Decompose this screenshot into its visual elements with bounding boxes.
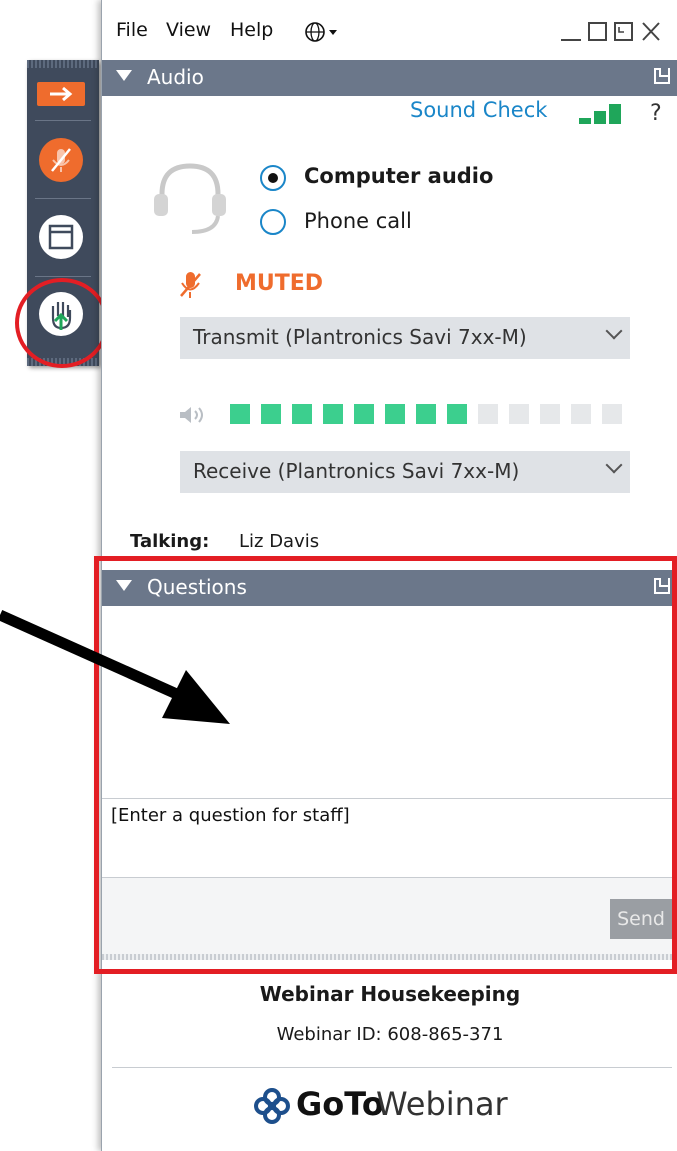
level-segment (230, 404, 250, 424)
level-segment (385, 404, 405, 424)
transmit-device-value: Transmit (Plantronics Savi 7xx-M) (193, 325, 527, 349)
sound-check-link[interactable]: Sound Check (410, 98, 547, 122)
receive-device-select[interactable]: Receive (Plantronics Savi 7xx-M) (180, 451, 630, 493)
menu-view[interactable]: View (166, 19, 211, 41)
brand-rest: Webinar (376, 1085, 508, 1123)
highlight-circle (15, 278, 109, 368)
level-segment (292, 404, 312, 424)
globe-icon (305, 22, 337, 42)
mute-toggle-button[interactable] (39, 138, 83, 182)
audio-panel-header[interactable]: Audio (102, 60, 677, 96)
level-segment (540, 404, 560, 424)
chevron-down-icon (605, 456, 623, 474)
level-segment (571, 404, 591, 424)
close-icon (642, 22, 660, 41)
level-segment (447, 404, 467, 424)
brand-bold: GoTo (296, 1085, 384, 1123)
chevron-down-icon (605, 322, 623, 340)
mic-muted-icon (180, 272, 201, 298)
help-icon[interactable]: ? (650, 101, 662, 126)
level-segment (509, 404, 529, 424)
annotation-arrow (0, 609, 230, 724)
collapse-triangle-icon (116, 70, 132, 81)
level-segment (416, 404, 436, 424)
window-controls (561, 22, 660, 41)
headset-icon (154, 163, 226, 234)
level-segment (354, 404, 374, 424)
talking-name: Liz Davis (239, 531, 320, 552)
muted-status: MUTED (235, 271, 324, 296)
level-segment (261, 404, 281, 424)
speaker-icon (180, 407, 203, 423)
transmit-device-select[interactable]: Transmit (Plantronics Savi 7xx-M) (180, 317, 630, 359)
phone-call-label[interactable]: Phone call (304, 209, 412, 233)
arrow-right-icon (50, 86, 73, 102)
audio-panel-title: Audio (147, 65, 204, 89)
gotowebinar-logo: GoTo Webinar (252, 1082, 552, 1132)
receive-device-value: Receive (Plantronics Savi 7xx-M) (193, 459, 520, 483)
strip-grip-top[interactable] (27, 60, 99, 68)
menu-file[interactable]: File (116, 19, 148, 41)
menu-bar: File View Help (102, 0, 677, 62)
phone-call-radio[interactable] (260, 209, 286, 235)
collapse-arrow-button[interactable] (37, 82, 85, 106)
webinar-title: Webinar Housekeeping (259, 982, 521, 1006)
menu-help[interactable]: Help (230, 19, 273, 41)
webinar-id: Webinar ID: 608-865-371 (276, 1024, 504, 1045)
signal-strength-icon (579, 104, 621, 124)
level-segment (602, 404, 622, 424)
mic-muted-icon (51, 148, 71, 172)
computer-audio-radio[interactable] (260, 165, 286, 191)
popout-icon[interactable] (654, 68, 670, 84)
talking-label: Talking: (130, 531, 210, 552)
maximize-icon (588, 22, 607, 41)
receive-level-meter (230, 404, 630, 426)
computer-audio-label[interactable]: Computer audio (304, 164, 493, 188)
window-icon (48, 224, 74, 250)
show-panel-button[interactable] (39, 215, 83, 259)
language-menu[interactable] (304, 20, 344, 48)
level-segment (323, 404, 343, 424)
level-segment (478, 404, 498, 424)
flower-logo-icon (254, 1088, 290, 1124)
